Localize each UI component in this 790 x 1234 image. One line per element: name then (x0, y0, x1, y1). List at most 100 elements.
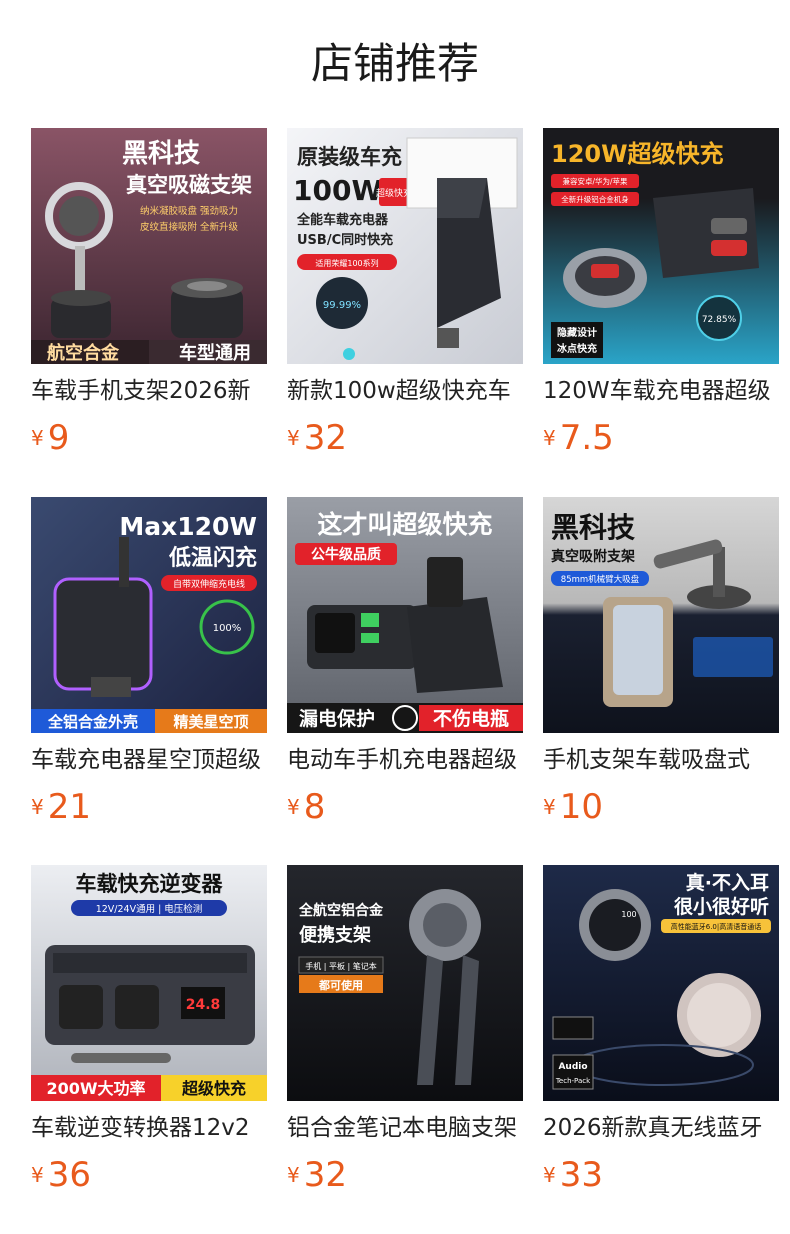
image-bottom-left: 全铝合金外壳 (47, 713, 138, 731)
product-card[interactable]: 120W超级快充 兼容安卓/华为/苹果 全新升级铝合金机身 72.85% 隐藏设… (543, 128, 779, 458)
product-name[interactable]: 车载手机支架2026新 (31, 374, 267, 408)
product-name[interactable]: 120W车载充电器超级 (543, 374, 779, 408)
product-image[interactable]: Max120W 低温闪充 自带双伸缩充电线 100% 全铝合金外壳 精美星空顶 (31, 497, 267, 733)
price-value: 36 (47, 1155, 91, 1195)
price-value: 8 (303, 787, 326, 827)
image-tag: 皮纹直接吸附 全新升级 (140, 221, 239, 233)
product-image[interactable]: 黑科技 真空吸磁支架 纳米凝胶吸盘 强劲吸力 皮纹直接吸附 全新升级 航空合金 (31, 128, 267, 364)
product-name[interactable]: 新款100w超级快充车 (287, 374, 523, 408)
product-price: ¥32 (287, 1155, 347, 1195)
image-chip: 公牛级品质 (311, 546, 381, 563)
image-headline: 黑科技 (122, 139, 200, 169)
product-name[interactable]: 手机支架车载吸盘式 (543, 743, 779, 777)
currency-symbol: ¥ (543, 1163, 556, 1187)
image-line: 全航空铝合金 (298, 902, 384, 919)
image-badge: Tech-Pack (555, 1077, 591, 1085)
image-number: 100 (621, 910, 636, 919)
product-image[interactable]: 120W超级快充 兼容安卓/华为/苹果 全新升级铝合金机身 72.85% 隐藏设… (543, 128, 779, 364)
image-subheadline: 低温闪充 (168, 545, 257, 571)
product-price: ¥36 (31, 1155, 91, 1195)
image-headline: 这才叫超级快充 (317, 510, 492, 539)
currency-symbol: ¥ (543, 795, 556, 819)
image-headline: 原装级车充 (297, 145, 402, 169)
image-tag: 纳米凝胶吸盘 强劲吸力 (140, 205, 238, 217)
image-bottom-left: 漏电保护 (299, 707, 375, 730)
price-value: 33 (559, 1155, 603, 1195)
product-image[interactable]: 真·不入耳 很小很好听 高性能蓝牙6.0|高清语音通话 100 Audio Te… (543, 865, 779, 1101)
image-bottom-right: 精美星空顶 (173, 713, 248, 731)
image-percent: 100% (213, 623, 242, 634)
image-chip: 12V/24V通用 | 电压检测 (96, 903, 203, 915)
product-card[interactable]: 车载快充逆变器 12V/24V通用 | 电压检测 24.8 200W大功率 超级… (31, 865, 267, 1195)
product-card[interactable]: 真·不入耳 很小很好听 高性能蓝牙6.0|高清语音通话 100 Audio Te… (543, 865, 779, 1195)
product-row: Max120W 低温闪充 自带双伸缩充电线 100% 全铝合金外壳 精美星空顶 … (31, 497, 790, 837)
currency-symbol: ¥ (287, 795, 300, 819)
image-bottom-left: 航空合金 (47, 342, 120, 364)
product-price: ¥9 (31, 418, 69, 458)
image-subheadline: 真空吸附支架 (551, 548, 635, 565)
image-line: 便携支架 (299, 924, 371, 946)
image-subheadline: 真空吸磁支架 (126, 173, 252, 197)
product-name[interactable]: 车载逆变转换器12v2 (31, 1111, 267, 1145)
price-value: 10 (559, 787, 603, 827)
product-image[interactable]: 全航空铝合金 便携支架 手机 | 平板 | 笔记本 都可使用 (287, 865, 523, 1101)
page-title: 店铺推荐 (310, 39, 479, 88)
product-image[interactable]: 车载快充逆变器 12V/24V通用 | 电压检测 24.8 200W大功率 超级… (31, 865, 267, 1101)
currency-symbol: ¥ (31, 1163, 44, 1187)
image-power: 100W (293, 174, 382, 207)
currency-symbol: ¥ (31, 795, 44, 819)
image-line: USB/C同时快充 (297, 232, 393, 248)
currency-symbol: ¥ (543, 426, 556, 450)
product-price: ¥33 (543, 1155, 603, 1195)
currency-symbol: ¥ (287, 1163, 300, 1187)
image-chip: 兼容安卓/华为/苹果 (562, 176, 628, 186)
image-bottom-right: 不伤电瓶 (433, 707, 509, 730)
product-image[interactable]: 原装级车充 100W 超级快充 全能车载充电器 USB/C同时快充 适用荣耀10… (287, 128, 523, 364)
image-corner-text: 隐藏设计 (557, 326, 597, 339)
product-image[interactable]: 这才叫超级快充 公牛级品质 漏电保护 不伤电瓶 (287, 497, 523, 733)
price-value: 7.5 (559, 418, 614, 458)
product-name[interactable]: 电动车手机充电器超级 (287, 743, 523, 777)
image-chip: 高性能蓝牙6.0|高清语音通话 (671, 922, 762, 931)
image-bottom-left: 200W大功率 (46, 1079, 145, 1098)
image-chip: 手机 | 平板 | 笔记本 (305, 961, 377, 971)
currency-symbol: ¥ (31, 426, 44, 450)
image-bottom-right: 车型通用 (179, 342, 251, 364)
image-chip: 适用荣耀100系列 (315, 258, 378, 268)
image-headline: 真·不入耳 (686, 871, 769, 894)
image-line: 全能车载充电器 (296, 212, 389, 228)
product-price: ¥21 (31, 787, 91, 827)
price-value: 32 (303, 1155, 347, 1195)
product-card[interactable]: 这才叫超级快充 公牛级品质 漏电保护 不伤电瓶 电动车手机充电器超级 ¥ 8 (287, 497, 523, 827)
image-chip: 全新升级铝合金机身 (561, 194, 629, 204)
product-card[interactable]: 原装级车充 100W 超级快充 全能车载充电器 USB/C同时快充 适用荣耀10… (287, 128, 523, 458)
image-headline: 车载快充逆变器 (76, 872, 224, 896)
image-headline: 黑科技 (551, 511, 635, 544)
image-chip: 85mm机械臂大吸盘 (561, 574, 640, 585)
image-percent: 72.85% (702, 315, 737, 325)
product-image[interactable]: 黑科技 真空吸附支架 85mm机械臂大吸盘 (543, 497, 779, 733)
price-value: 21 (47, 787, 91, 827)
product-name[interactable]: 2026新款真无线蓝牙 (543, 1111, 779, 1145)
image-bottom-right: 超级快充 (181, 1079, 246, 1098)
price-value: 32 (303, 418, 347, 458)
product-name[interactable]: 车载充电器星空顶超级 (31, 743, 267, 777)
product-card[interactable]: 黑科技 真空吸磁支架 纳米凝胶吸盘 强劲吸力 皮纹直接吸附 全新升级 航空合金 (31, 128, 267, 458)
product-card[interactable]: Max120W 低温闪充 自带双伸缩充电线 100% 全铝合金外壳 精美星空顶 … (31, 497, 267, 827)
product-row: 黑科技 真空吸磁支架 纳米凝胶吸盘 强劲吸力 皮纹直接吸附 全新升级 航空合金 (31, 128, 790, 468)
product-card[interactable]: 黑科技 真空吸附支架 85mm机械臂大吸盘 手机支架车载吸盘式 ¥10 (543, 497, 779, 827)
image-chip: 都可使用 (318, 978, 363, 992)
product-price: ¥10 (543, 787, 603, 827)
currency-symbol: ¥ (287, 426, 300, 450)
image-display: 24.8 (186, 997, 221, 1013)
product-row: 车载快充逆变器 12V/24V通用 | 电压检测 24.8 200W大功率 超级… (31, 865, 790, 1205)
image-badge: Audio (558, 1062, 587, 1072)
product-price: ¥32 (287, 418, 347, 458)
image-headline: 很小很好听 (674, 895, 769, 918)
product-price: ¥8 (287, 787, 325, 827)
image-headline: Max120W (119, 512, 257, 541)
product-price: ¥7.5 (543, 418, 614, 458)
product-card[interactable]: 全航空铝合金 便携支架 手机 | 平板 | 笔记本 都可使用 铝合金笔记本电脑支… (287, 865, 523, 1195)
product-name[interactable]: 铝合金笔记本电脑支架 (287, 1111, 523, 1145)
image-corner-text: 冰点快充 (557, 342, 597, 355)
